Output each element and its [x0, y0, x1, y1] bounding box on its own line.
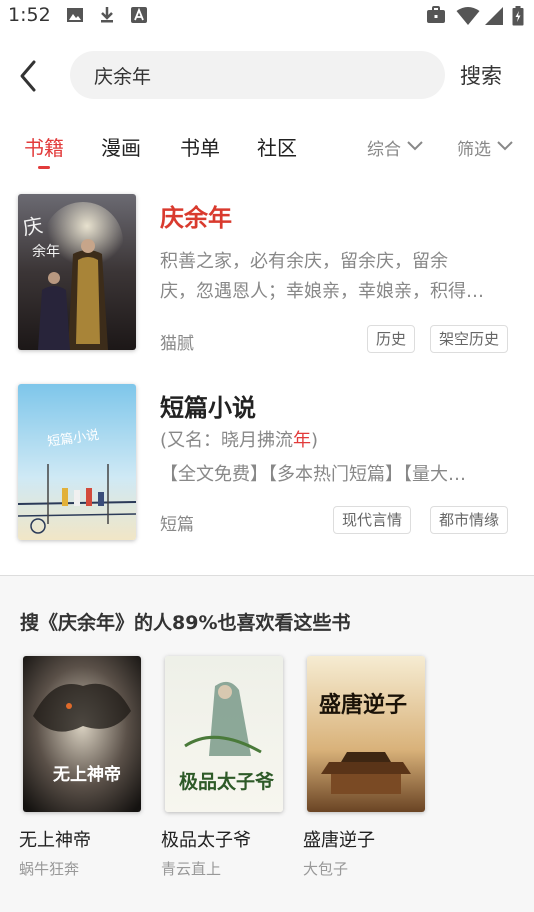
gallery-icon	[67, 8, 83, 22]
recommended-book-author: 蜗牛狂奔	[19, 860, 80, 878]
cover-title-text: 无上神帝	[52, 764, 121, 785]
book-title[interactable]: 庆余年	[160, 198, 232, 233]
recommended-book-author: 大包子	[303, 860, 349, 878]
tab-booklists[interactable]: 书单	[180, 132, 220, 161]
book-description-line: 庆，忽遇恩人；幸娘亲，幸娘亲，积得…	[160, 281, 484, 302]
genre-tag[interactable]: 现代言情	[333, 506, 412, 534]
genre-tag[interactable]: 都市情缘	[430, 506, 509, 534]
book-cover[interactable]: 盛唐逆子	[307, 656, 425, 812]
recommended-book-title[interactable]: 极品太子爷	[161, 826, 251, 852]
tab-books[interactable]: 书籍	[24, 132, 64, 161]
svg-text:庆: 庆	[21, 213, 45, 240]
book-cover[interactable]: 短篇小说	[18, 384, 136, 540]
chevron-down-icon	[407, 141, 423, 151]
status-time: 1:52	[8, 4, 51, 26]
work-profile-icon	[427, 6, 445, 23]
back-button[interactable]	[14, 58, 44, 94]
recommended-book-author: 青云直上	[161, 860, 222, 878]
cover-title-text: 盛唐逆子	[319, 692, 407, 718]
sort-dropdown[interactable]: 综合	[367, 135, 401, 160]
wifi-icon	[456, 7, 480, 25]
app-notification-icon	[131, 7, 147, 23]
chevron-left-icon	[20, 60, 36, 92]
download-icon	[101, 7, 113, 23]
book-cover[interactable]: 极品太子爷	[165, 656, 283, 812]
tab-comics[interactable]: 漫画	[101, 132, 141, 161]
book-cover[interactable]: 无上神帝	[23, 656, 141, 812]
genre-tag[interactable]: 架空历史	[430, 325, 509, 353]
chevron-down-icon	[497, 141, 513, 151]
alias-highlight: 年	[293, 430, 312, 451]
book-description-line: 【全文免费】【多本热门短篇】【量大…	[160, 464, 466, 485]
filter-dropdown[interactable]: 筛选	[457, 135, 491, 160]
recommendation-section: 搜《庆余年》的人89%也喜欢看这些书 无上神帝 无上神帝 蜗牛狂奔 极品太子爷	[0, 576, 534, 912]
book-cover[interactable]: 庆 余年	[18, 194, 136, 350]
recommended-book-title[interactable]: 盛唐逆子	[303, 826, 375, 852]
recommendation-title: 搜《庆余年》的人89%也喜欢看这些书	[20, 612, 351, 634]
alias-text: )	[311, 430, 319, 451]
cover-title-text: 极品太子爷	[179, 770, 275, 793]
book-author: 猫腻	[160, 334, 194, 354]
svg-text:余年: 余年	[32, 243, 60, 260]
search-input[interactable]	[94, 51, 424, 99]
signal-icon	[485, 7, 503, 25]
battery-icon	[512, 6, 524, 26]
book-description-line: 积善之家，必有余庆，留余庆，留余	[160, 251, 448, 272]
book-title[interactable]: 短篇小说	[160, 388, 256, 423]
search-box[interactable]	[70, 51, 445, 99]
tab-community[interactable]: 社区	[257, 132, 297, 161]
book-alias: (又名：晓月拂流年)	[160, 426, 318, 452]
genre-tag[interactable]: 历史	[367, 325, 416, 353]
alias-text: (又名：晓月拂流	[160, 430, 294, 451]
recommended-book-title[interactable]: 无上神帝	[19, 826, 91, 852]
search-button[interactable]: 搜索	[460, 60, 502, 90]
status-bar: 1:52	[0, 0, 534, 32]
active-tab-indicator	[38, 166, 50, 169]
book-author: 短篇	[160, 515, 194, 535]
